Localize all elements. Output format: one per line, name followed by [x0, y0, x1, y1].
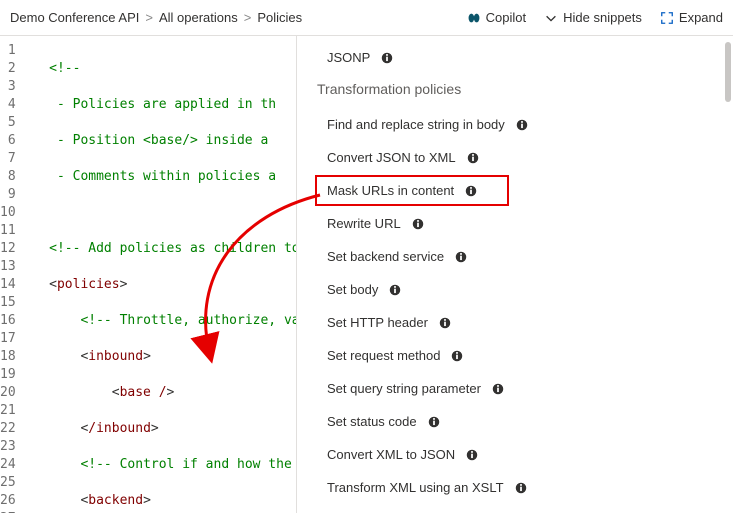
policy-item-set-http-header[interactable]: Set HTTP header — [317, 309, 715, 336]
policy-item-rewrite-url[interactable]: Rewrite URL — [317, 210, 715, 237]
policy-item-set-request-method[interactable]: Set request method — [317, 342, 715, 369]
code-content[interactable]: <!-- - Policies are applied in th - Posi… — [26, 36, 297, 513]
expand-icon — [660, 11, 674, 25]
info-icon[interactable] — [514, 481, 528, 495]
policy-item-set-body[interactable]: Set body — [317, 276, 715, 303]
hide-snippets-button[interactable]: Hide snippets — [544, 10, 642, 25]
info-icon[interactable] — [454, 250, 468, 264]
copilot-button[interactable]: Copilot — [467, 10, 526, 25]
hide-snippets-label: Hide snippets — [563, 10, 642, 25]
policy-panel: JSONP Transformation policies Find and r… — [297, 36, 733, 513]
copilot-label: Copilot — [486, 10, 526, 25]
policy-item-mask-urls[interactable]: Mask URLs in content — [317, 177, 507, 204]
policy-label: Set body — [327, 282, 378, 297]
info-icon[interactable] — [388, 283, 402, 297]
scrollbar[interactable] — [725, 42, 731, 102]
info-icon[interactable] — [438, 316, 452, 330]
policy-item-set-backend[interactable]: Set backend service — [317, 243, 715, 270]
policy-item-set-query-string[interactable]: Set query string parameter — [317, 375, 715, 402]
section-title: Transformation policies — [317, 81, 715, 97]
policy-label: Convert XML to JSON — [327, 447, 455, 462]
policy-item-find-replace[interactable]: Find and replace string in body — [317, 111, 715, 138]
policy-item-transform-xslt[interactable]: Transform XML using an XSLT — [317, 474, 715, 501]
breadcrumb-separator: > — [244, 10, 252, 25]
policy-label: Set backend service — [327, 249, 444, 264]
info-icon[interactable] — [411, 217, 425, 231]
info-icon[interactable] — [380, 51, 394, 65]
info-icon[interactable] — [450, 349, 464, 363]
breadcrumb-item[interactable]: Policies — [257, 10, 302, 25]
chevron-down-icon — [544, 11, 558, 25]
breadcrumb-separator: > — [145, 10, 153, 25]
policy-label: Set HTTP header — [327, 315, 428, 330]
info-icon[interactable] — [491, 382, 505, 396]
copilot-icon — [467, 11, 481, 25]
policy-label: Find and replace string in body — [327, 117, 505, 132]
policy-label: JSONP — [327, 50, 370, 65]
info-icon[interactable] — [427, 415, 441, 429]
expand-button[interactable]: Expand — [660, 10, 723, 25]
policy-label: Convert JSON to XML — [327, 150, 456, 165]
line-gutter: 1234567891011121314151617181920212223242… — [0, 36, 26, 513]
policy-label: Set status code — [327, 414, 417, 429]
breadcrumb-item[interactable]: All operations — [159, 10, 238, 25]
policy-label: Rewrite URL — [327, 216, 401, 231]
policy-label: Mask URLs in content — [327, 183, 454, 198]
info-icon[interactable] — [464, 184, 478, 198]
policy-item-set-status-code[interactable]: Set status code — [317, 408, 715, 435]
policy-label: Set request method — [327, 348, 440, 363]
policy-item-convert-json-xml[interactable]: Convert JSON to XML — [317, 144, 715, 171]
info-icon[interactable] — [466, 151, 480, 165]
policy-label: Transform XML using an XSLT — [327, 480, 504, 495]
info-icon[interactable] — [515, 118, 529, 132]
policy-label: Set query string parameter — [327, 381, 481, 396]
expand-label: Expand — [679, 10, 723, 25]
breadcrumb-item[interactable]: Demo Conference API — [10, 10, 139, 25]
breadcrumb: Demo Conference API > All operations > P… — [10, 10, 467, 25]
policy-item-jsonp[interactable]: JSONP — [317, 44, 715, 71]
code-editor[interactable]: 1234567891011121314151617181920212223242… — [0, 36, 297, 513]
info-icon[interactable] — [465, 448, 479, 462]
policy-item-convert-xml-json[interactable]: Convert XML to JSON — [317, 441, 715, 468]
